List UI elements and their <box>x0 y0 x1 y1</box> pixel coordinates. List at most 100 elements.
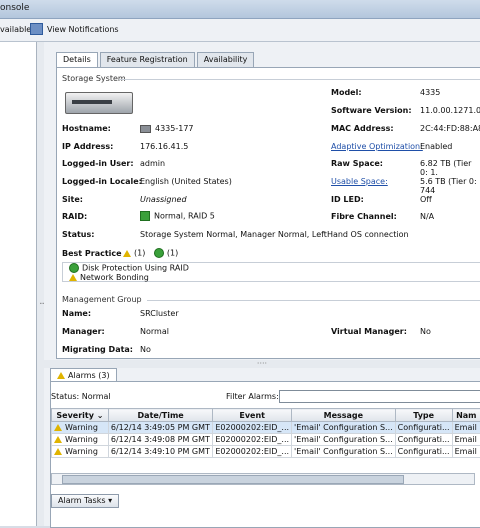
list-item[interactable]: Network Bonding <box>69 273 149 282</box>
id-led-value: Off <box>420 195 432 204</box>
toolbar-available-label[interactable]: vailable <box>0 25 31 34</box>
table-row[interactable]: Warning 6/12/14 3:49:10 PM GMT E02000202… <box>52 446 480 458</box>
horizontal-scrollbar[interactable] <box>51 473 475 485</box>
alarm-tasks-button[interactable]: Alarm Tasks ▾ <box>51 494 119 508</box>
migrating-data-label: Migrating Data: <box>62 345 133 354</box>
alarm-status-value: Normal <box>82 392 111 401</box>
model-label: Model: <box>331 88 362 97</box>
adaptive-optimization-value: Enabled <box>420 142 452 151</box>
storage-system-group-title: Storage System <box>62 74 126 83</box>
window-title: onsole <box>0 3 29 13</box>
virtual-manager-value: No <box>420 327 431 336</box>
storage-server-icon <box>65 92 133 114</box>
severity-text: Warning <box>65 447 98 456</box>
adaptive-optimization-link[interactable]: Adaptive Optimization: <box>331 142 423 151</box>
table-row[interactable]: Warning 6/12/14 3:49:05 PM GMT E02000202… <box>52 422 480 434</box>
logged-user-value: admin <box>140 159 165 168</box>
mg-name-value: SRCluster <box>140 309 179 318</box>
message-cell: 'Email' Configuration S... <box>292 422 396 434</box>
hostname-label: Hostname: <box>62 124 111 133</box>
column-header-message[interactable]: Message <box>292 409 396 422</box>
mg-name-label: Name: <box>62 309 91 318</box>
raw-space-label: Raw Space: <box>331 159 383 168</box>
manager-label: Manager: <box>62 327 105 336</box>
filter-alarms-input[interactable] <box>279 390 480 403</box>
model-value: 4335 <box>420 88 440 97</box>
warning-icon <box>54 448 62 455</box>
ok-icon <box>69 263 79 273</box>
dropdown-arrow-icon: ▾ <box>108 496 112 505</box>
software-version-label: Software Version: <box>331 106 412 115</box>
details-pane: Details Feature Registration Availabilit… <box>44 42 480 360</box>
status-label: Status: <box>62 230 94 239</box>
tab-details[interactable]: Details <box>56 52 98 68</box>
column-header-severity[interactable]: Severity ⌄ <box>52 409 109 422</box>
alarms-table[interactable]: Severity ⌄ Date/Time Event Message Type … <box>51 408 480 458</box>
site-value: Unassigned <box>140 195 187 204</box>
tab-bar: Details Feature Registration Availabilit… <box>56 52 254 68</box>
raw-space-value: 6.82 TB (Tier 0: 1. <box>420 159 480 177</box>
view-notifications-button[interactable]: View Notifications <box>30 23 119 35</box>
raid-label: RAID: <box>62 212 87 221</box>
vertical-splitter[interactable]: ⁞ <box>37 42 44 526</box>
alarm-status-label: Status: <box>51 392 79 401</box>
tab-feature-registration[interactable]: Feature Registration <box>100 52 195 67</box>
alarm-tasks-label: Alarm Tasks <box>58 496 106 505</box>
fibre-channel-label: Fibre Channel: <box>331 212 397 221</box>
type-cell: Configurati... <box>395 422 452 434</box>
migrating-data-value: No <box>140 345 151 354</box>
message-cell: 'Email' Configuration S... <box>292 434 396 446</box>
column-header-type[interactable]: Type <box>395 409 452 422</box>
warning-icon <box>123 250 131 257</box>
list-item-label: Disk Protection Using RAID <box>82 264 189 273</box>
hostname-text: 4335-177 <box>155 124 194 133</box>
best-practice-list[interactable]: Disk Protection Using RAID Network Bondi… <box>62 262 480 282</box>
tab-alarms[interactable]: Alarms (3) <box>50 368 117 382</box>
navigation-tree-pane[interactable] <box>0 42 37 526</box>
list-item-label: Network Bonding <box>80 273 149 282</box>
table-row[interactable]: Warning 6/12/14 3:49:08 PM GMT E02000202… <box>52 434 480 446</box>
column-header-datetime[interactable]: Date/Time <box>108 409 212 422</box>
warning-icon <box>57 372 65 379</box>
column-label: Severity <box>56 411 94 420</box>
sort-chevron-icon: ⌄ <box>97 411 104 420</box>
mac-label: MAC Address: <box>331 124 394 133</box>
best-practice-summary: (1) (1) <box>123 248 178 258</box>
type-cell: Configurati... <box>395 434 452 446</box>
locale-label: Logged-in Locale: <box>62 177 142 186</box>
ok-count: (1) <box>167 249 178 258</box>
warning-count: (1) <box>134 249 145 258</box>
alarms-panel: Status: Normal Filter Alarms: Severity ⌄… <box>50 381 480 528</box>
message-cell: 'Email' Configuration S... <box>292 446 396 458</box>
scrollbar-thumb[interactable] <box>62 475 404 484</box>
severity-text: Warning <box>65 423 98 432</box>
column-header-event[interactable]: Event <box>213 409 292 422</box>
best-practice-label: Best Practice <box>62 249 122 258</box>
divider <box>147 300 480 301</box>
event-cell: E02000202:EID_... <box>213 446 292 458</box>
notifications-icon <box>30 23 43 35</box>
details-panel: Storage System Hostname: 4335-177 IP Add… <box>56 67 480 359</box>
name-cell: Email <box>452 446 480 458</box>
horizontal-splitter[interactable]: ···· <box>44 360 480 368</box>
mac-value: 2C:44:FD:88:A8:B <box>420 124 480 133</box>
column-header-name[interactable]: Nam <box>452 409 480 422</box>
tab-availability[interactable]: Availability <box>197 52 255 67</box>
hostname-value: 4335-177 <box>140 124 194 133</box>
datetime-cell: 6/12/14 3:49:08 PM GMT <box>108 434 212 446</box>
host-icon <box>140 125 151 133</box>
raid-text: Normal, RAID 5 <box>154 212 215 221</box>
type-cell: Configurati... <box>395 446 452 458</box>
manager-value: Normal <box>140 327 169 336</box>
fibre-channel-value: N/A <box>420 212 434 221</box>
logged-user-label: Logged-in User: <box>62 159 134 168</box>
list-item[interactable]: Disk Protection Using RAID <box>69 263 189 273</box>
datetime-cell: 6/12/14 3:49:10 PM GMT <box>108 446 212 458</box>
usable-space-link[interactable]: Usable Space: <box>331 177 388 186</box>
status-value: Storage System Normal, Manager Normal, L… <box>140 230 409 239</box>
locale-value: English (United States) <box>140 177 232 186</box>
checkmark-icon <box>140 211 150 221</box>
severity-text: Warning <box>65 435 98 444</box>
id-led-label: ID LED: <box>331 195 364 204</box>
window-titlebar: onsole <box>0 0 480 19</box>
